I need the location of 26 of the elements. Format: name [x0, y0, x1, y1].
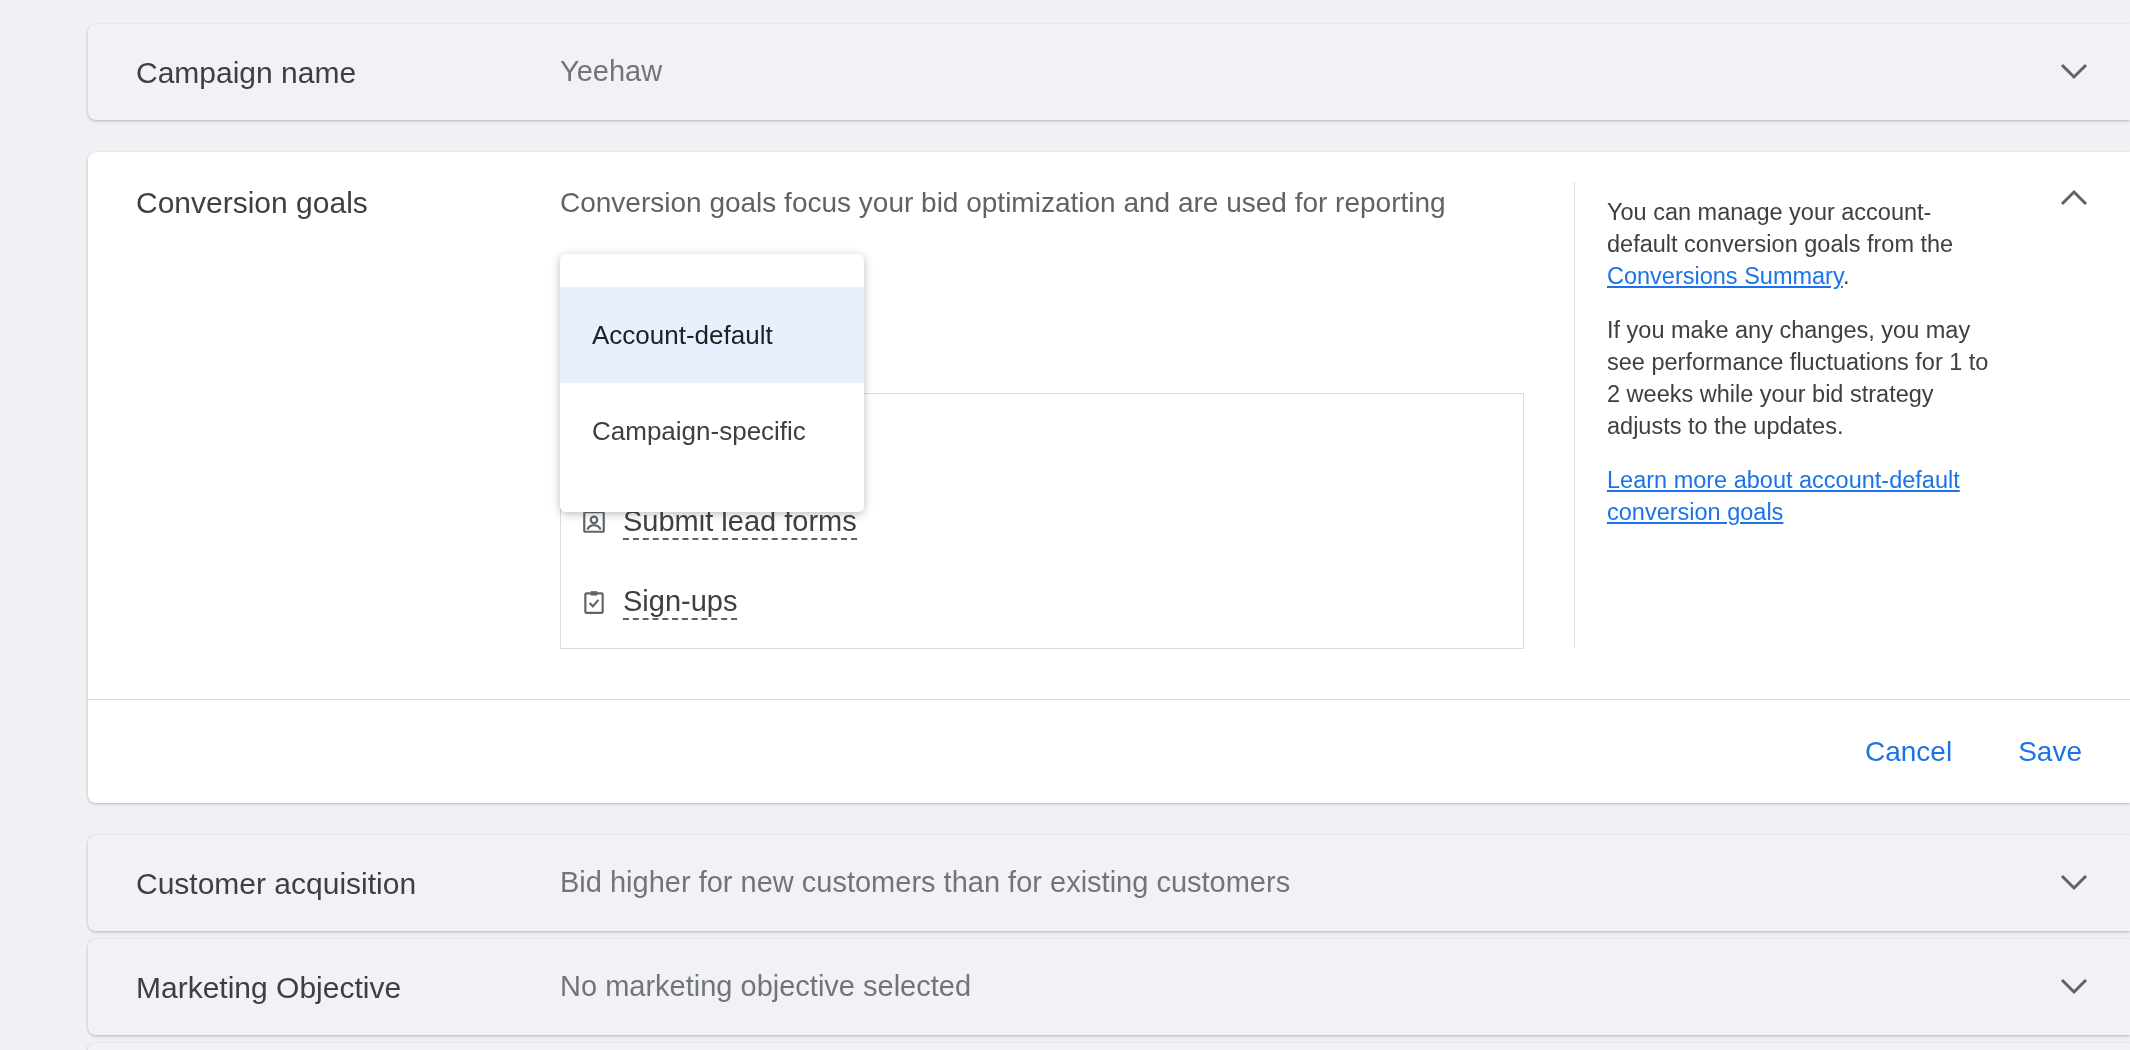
help-text: If you make any changes, you may see performance fluctuations for 1 to 2 weeks while your bid strategy adjusts to the updates.: [1607, 316, 1990, 441]
section-label: Campaign name: [135, 54, 358, 91]
section-label: Marketing Objective: [135, 969, 403, 1006]
section-card[interactable]: Campaign name Yeehaw: [88, 24, 2130, 120]
section-label: Conversion goals: [135, 188, 369, 221]
section-description: Conversion goals focus your bid optimization and are used for reporting: [560, 188, 1447, 218]
collapse-chevron-icon[interactable]: [2060, 188, 2088, 206]
section-summary: Yeehaw: [560, 54, 664, 90]
section-summary: No marketing objective selected: [560, 969, 973, 1005]
conversions-summary-link[interactable]: Conversions Summary: [1607, 263, 1843, 289]
goal-label: Sign-ups: [623, 584, 738, 620]
learn-more-link[interactable]: Learn more about account-default conversion goals: [1607, 464, 1999, 528]
contact-card-icon: [581, 509, 607, 535]
expand-chevron-icon[interactable]: [2060, 978, 2088, 996]
action-button[interactable]: Cancel: [1857, 726, 1961, 777]
section-summary: Bid higher for new customers than for existing customers: [560, 865, 1292, 901]
clipboard-check-icon: [581, 589, 607, 615]
section-label: Customer acquisition: [135, 865, 418, 902]
section-card[interactable]: Customer acquisition Bid higher for new customers than for existing customers: [88, 835, 2130, 931]
menu-option[interactable]: Account-default: [560, 287, 864, 383]
action-button[interactable]: Save: [2010, 726, 2090, 777]
help-text: You can manage your account-default conversion goals from the Conversions Summary.: [1607, 198, 1955, 291]
expand-chevron-icon[interactable]: [2060, 63, 2088, 81]
expand-chevron-icon[interactable]: [2060, 874, 2088, 892]
section-card[interactable]: Marketing Objective No marketing objective selected: [88, 939, 2130, 1035]
menu-option[interactable]: Campaign-specific: [560, 383, 864, 479]
